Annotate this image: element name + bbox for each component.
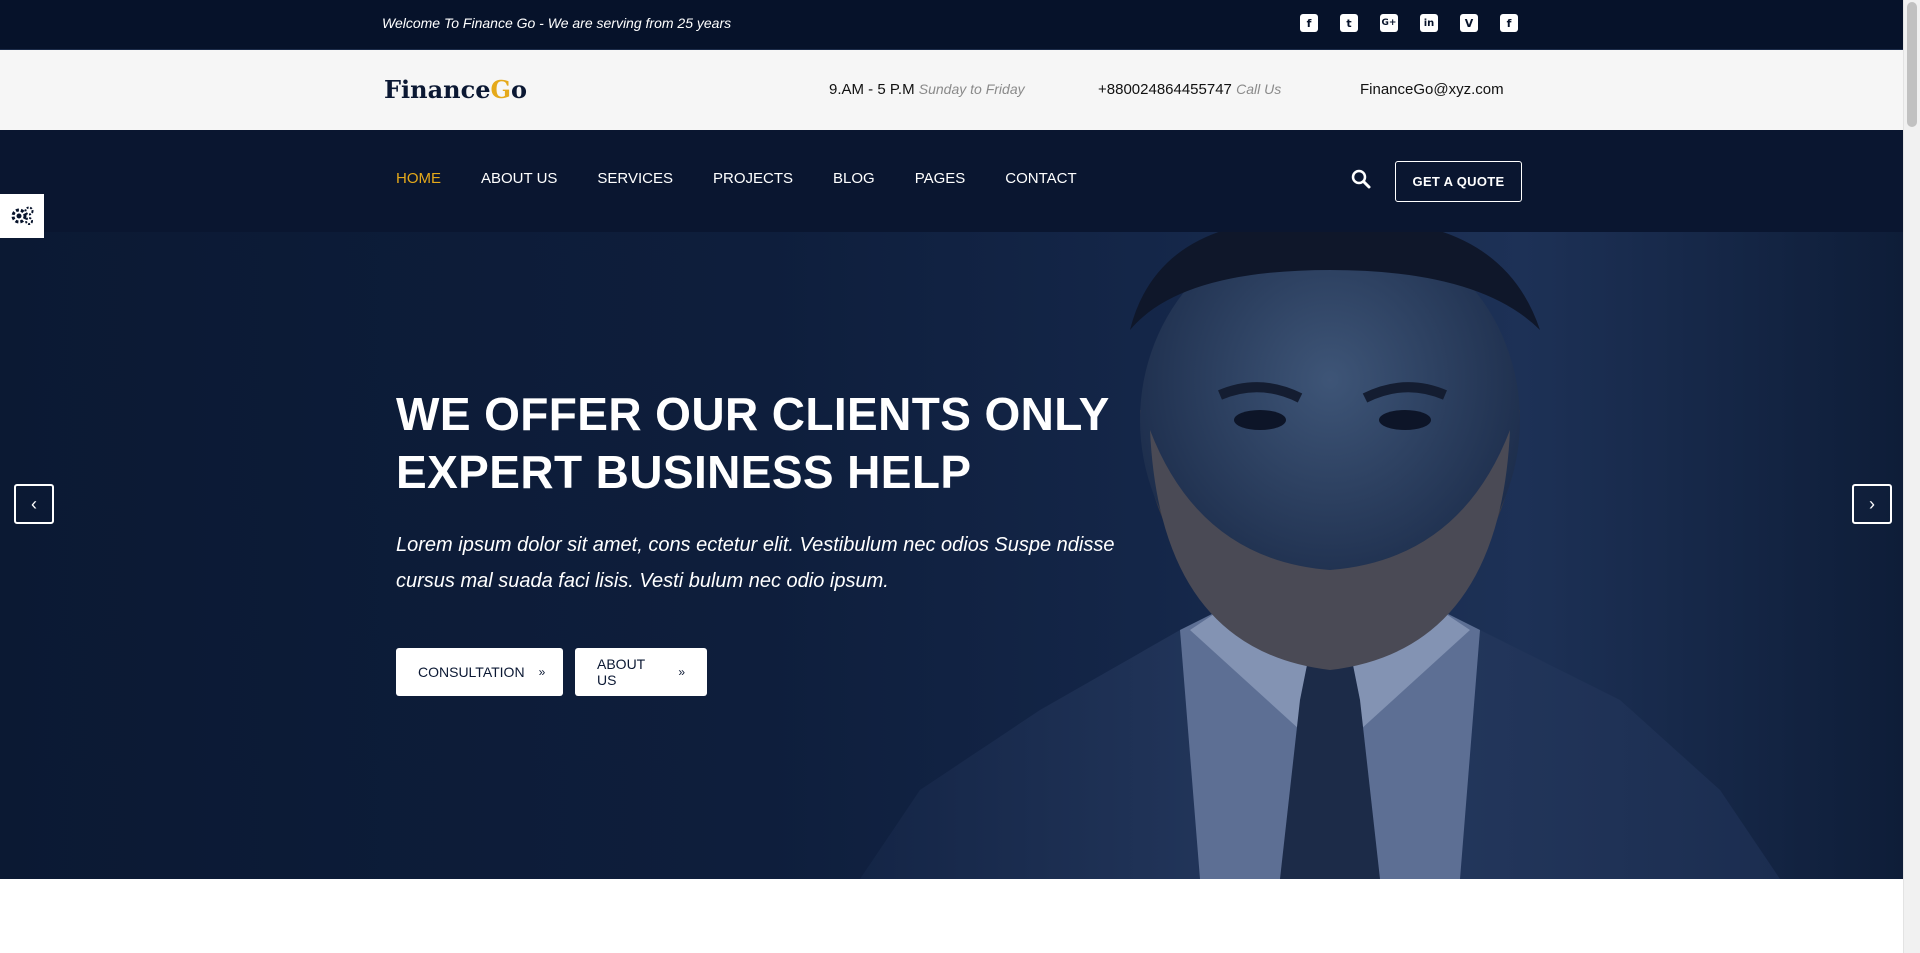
- phone-number[interactable]: +880024864455747: [1098, 81, 1232, 98]
- office-hours: 9.AM - 5 P.M Sunday to Friday: [829, 81, 1025, 98]
- hero-headline: WE OFFER OUR CLIENTS ONLY EXPERT BUSINES…: [396, 385, 1110, 501]
- about-us-label: ABOUT US: [597, 656, 645, 688]
- page: Welcome To Finance Go - We are serving f…: [0, 0, 1920, 953]
- nav-contact[interactable]: CONTACT: [1005, 170, 1076, 187]
- nav-projects[interactable]: PROJECTS: [713, 170, 793, 187]
- about-us-button[interactable]: ABOUT US »: [575, 648, 707, 696]
- nav-home[interactable]: HOME: [396, 170, 441, 187]
- page-scrollbar[interactable]: [1903, 0, 1920, 953]
- search-icon[interactable]: [1350, 168, 1372, 190]
- gear-icon: [11, 206, 34, 225]
- facebook-icon[interactable]: f: [1300, 14, 1318, 32]
- hours-text: 9.AM - 5 P.M: [829, 81, 915, 98]
- social-links: f t G+ in V f: [1300, 14, 1518, 32]
- phone-subtext: Call Us: [1236, 81, 1282, 97]
- logo-part-1: Finance: [384, 75, 491, 104]
- vimeo-icon[interactable]: V: [1460, 14, 1478, 32]
- phone-info: +880024864455747 Call Us: [1098, 81, 1281, 98]
- scrollbar-thumb[interactable]: [1907, 2, 1917, 127]
- slider-next-button[interactable]: ›: [1852, 484, 1892, 524]
- nav-pages[interactable]: PAGES: [915, 170, 966, 187]
- chevron-left-icon: ‹: [31, 493, 37, 514]
- hero-slider: HOME ABOUT US SERVICES PROJECTS BLOG PAG…: [0, 130, 1903, 879]
- headline-line-2: EXPERT BUSINESS HELP: [396, 446, 972, 498]
- hero-lead-text: Lorem ipsum dolor sit amet, cons ectetur…: [396, 534, 1115, 592]
- email-address[interactable]: FinanceGo@xyz.com: [1360, 81, 1504, 98]
- logo[interactable]: FinanceGo: [384, 75, 527, 104]
- welcome-text: Welcome To Finance Go - We are serving f…: [382, 15, 732, 31]
- chevron-right-icon: ›: [1869, 493, 1875, 514]
- double-chevron-right-icon-2: »: [678, 665, 685, 679]
- google-plus-icon[interactable]: G+: [1380, 14, 1398, 32]
- headline-line-1: WE OFFER OUR CLIENTS ONLY: [396, 388, 1110, 440]
- facebook-icon-2[interactable]: f: [1500, 14, 1518, 32]
- settings-gear-button[interactable]: [0, 194, 44, 238]
- logo-part-2: G: [490, 75, 512, 104]
- consultation-button[interactable]: CONSULTATION »: [396, 648, 563, 696]
- linkedin-icon[interactable]: in: [1420, 14, 1438, 32]
- info-bar: FinanceGo 9.AM - 5 P.M Sunday to Friday …: [0, 50, 1920, 130]
- get-a-quote-button[interactable]: GET A QUOTE: [1395, 161, 1522, 202]
- logo-part-3: o: [511, 75, 528, 104]
- slider-prev-button[interactable]: ‹: [14, 484, 54, 524]
- nav-blog[interactable]: BLOG: [833, 170, 875, 187]
- nav-services[interactable]: SERVICES: [597, 170, 673, 187]
- consultation-label: CONSULTATION: [418, 664, 525, 680]
- double-chevron-right-icon: »: [538, 665, 546, 679]
- nav-about-us[interactable]: ABOUT US: [481, 170, 557, 187]
- hours-subtext: Sunday to Friday: [918, 81, 1025, 97]
- twitter-icon[interactable]: t: [1340, 14, 1358, 32]
- main-nav: HOME ABOUT US SERVICES PROJECTS BLOG PAG…: [396, 170, 1117, 187]
- top-bar: Welcome To Finance Go - We are serving f…: [0, 0, 1920, 50]
